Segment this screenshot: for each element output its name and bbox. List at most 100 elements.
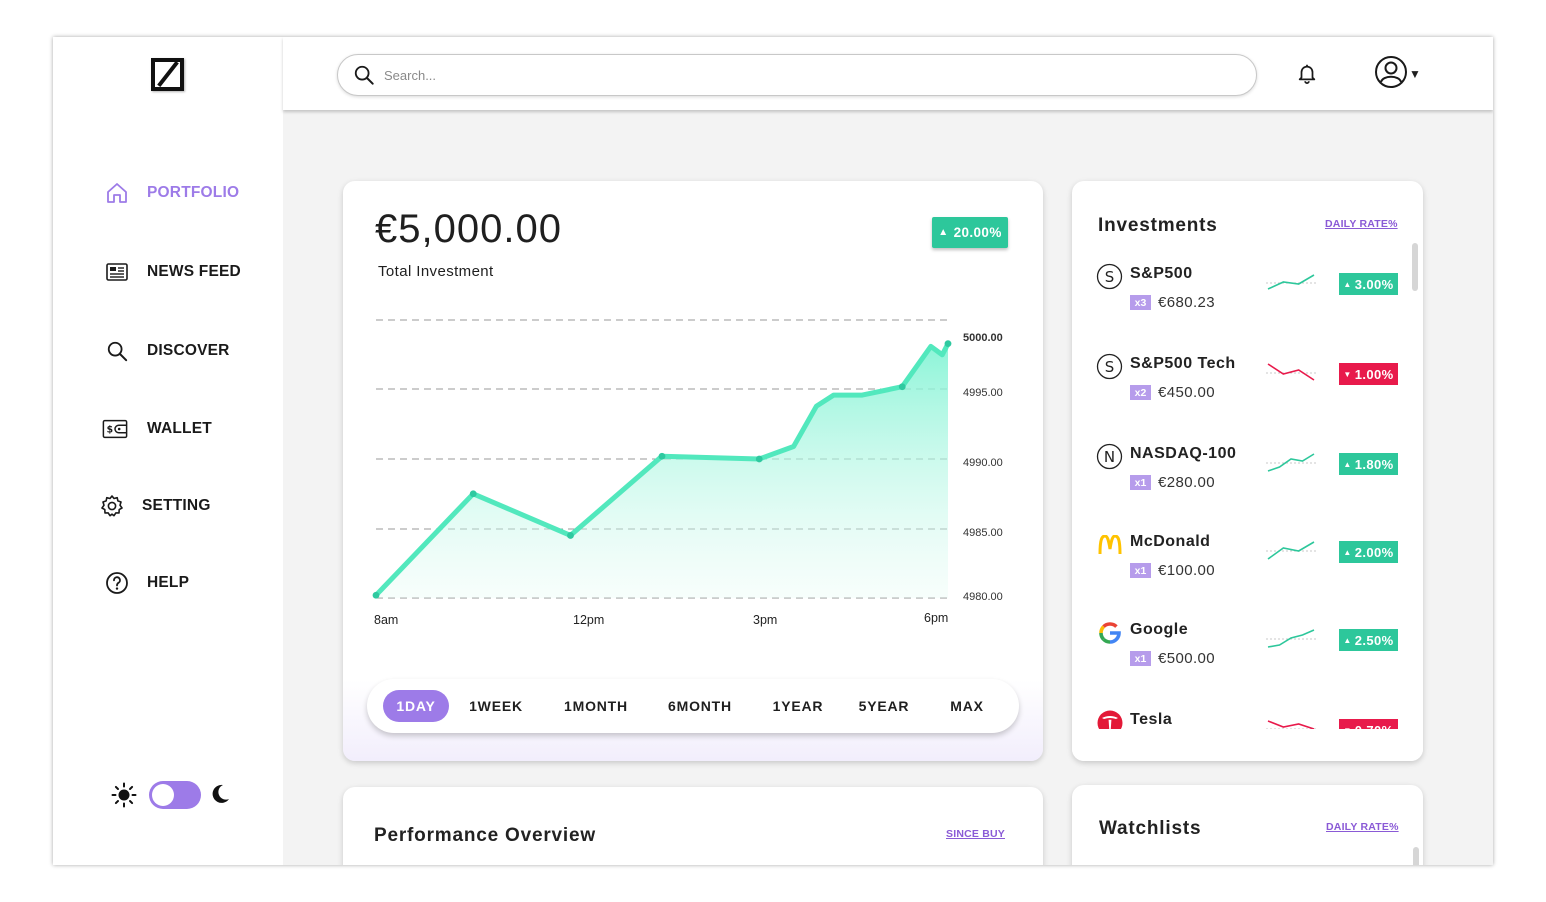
multiplier-badge: x2	[1130, 385, 1151, 400]
investment-name: Tesla	[1130, 711, 1173, 728]
y-tick-label: 4980.00	[963, 591, 1003, 603]
sparkline-line	[1267, 274, 1315, 290]
change-badge: ▼ 1.00%	[1339, 363, 1398, 385]
triangle-down-icon: ▼	[1343, 369, 1352, 379]
change-value: 2.00%	[1354, 544, 1394, 560]
sparkline-line	[1267, 363, 1315, 381]
performance-title: Performance Overview	[374, 825, 596, 846]
investment-name: NASDAQ-100	[1130, 445, 1237, 462]
sparkline-chart	[1266, 453, 1316, 472]
change-value: 1.80%	[1354, 456, 1394, 472]
brand-logo[interactable]	[151, 58, 184, 91]
chart-point[interactable]	[567, 532, 574, 539]
sun-icon	[111, 782, 137, 813]
home-icon	[104, 180, 130, 206]
sparkline-chart	[1266, 363, 1316, 381]
sparkline-chart	[1266, 629, 1316, 648]
performance-card: Performance Overview SINCE BUY	[343, 787, 1043, 865]
y-tick-label: 4985.00	[963, 527, 1003, 539]
range-5year-button[interactable]: 5YEAR	[851, 690, 917, 722]
change-badge: ▲ 2.00%	[1339, 541, 1398, 563]
chart-point[interactable]	[944, 340, 952, 348]
sparkline-chart	[1266, 541, 1316, 560]
sidebar-item-label: NEWS FEED	[147, 263, 241, 280]
investment-price: €280.00	[1158, 474, 1216, 491]
investment-price: €100.00	[1158, 562, 1216, 579]
sidebar: PORTFOLIO NEWS FEED DISCOVER $ WALLET SE…	[53, 37, 283, 865]
search-icon	[104, 338, 130, 364]
s-letter-icon: S	[1096, 263, 1123, 290]
change-value: 1.00%	[1354, 366, 1394, 382]
investment-row[interactable]: S S&P500 x3 €680.23 ▲ 3.00%	[1072, 263, 1412, 327]
app-window: PORTFOLIO NEWS FEED DISCOVER $ WALLET SE…	[53, 37, 1493, 865]
scrollbar-thumb[interactable]	[1412, 243, 1418, 291]
svg-text:$: $	[107, 425, 113, 436]
daily-rate-link[interactable]: DAILY RATE%	[1326, 821, 1399, 833]
x-tick-label: 8am	[374, 613, 398, 627]
investment-name: Google	[1130, 621, 1189, 638]
triangle-up-icon: ▲	[1343, 279, 1352, 289]
portfolio-chart: 5000.00 4995.00 4990.00 4985.00 4980.00 8am 1…	[372, 319, 1003, 627]
watchlists-card: Watchlists DAILY RATE%	[1072, 785, 1423, 865]
watchlists-title: Watchlists	[1099, 818, 1202, 839]
newspaper-icon	[104, 259, 130, 285]
x-tick-label: 6pm	[924, 611, 948, 625]
chart-point[interactable]	[755, 455, 763, 463]
investment-price: €500.00	[1158, 650, 1216, 667]
sidebar-item-label: HELP	[147, 574, 190, 591]
sidebar-item-portfolio[interactable]: PORTFOLIO	[53, 178, 283, 208]
sidebar-item-discover[interactable]: DISCOVER	[53, 336, 283, 366]
investment-row[interactable]: S S&P500 Tech x2 €450.00 ▼ 1.00%	[1072, 353, 1412, 417]
user-avatar-icon[interactable]	[1374, 55, 1408, 94]
sparkline-chart	[1266, 274, 1316, 290]
n-letter-icon: N	[1096, 443, 1123, 470]
multiplier-badge: x1	[1130, 563, 1151, 578]
chart-point[interactable]	[469, 490, 477, 498]
daily-rate-link[interactable]: DAILY RATE%	[1325, 218, 1398, 230]
y-tick-label: 5000.00	[963, 332, 1003, 344]
theme-switcher	[109, 780, 239, 810]
multiplier-badge: x3	[1130, 295, 1151, 310]
mcdonalds-icon	[1096, 531, 1123, 558]
since-buy-link[interactable]: SINCE BUY	[946, 828, 1005, 840]
multiplier-badge: x1	[1130, 475, 1151, 490]
search-box[interactable]	[337, 54, 1257, 96]
chart-point[interactable]	[898, 383, 906, 391]
investment-name: S&P500	[1130, 265, 1193, 282]
sidebar-item-setting[interactable]: SETTING	[53, 491, 283, 521]
investment-row[interactable]: Google x1 €500.00 ▲ 2.50%	[1072, 619, 1412, 683]
investment-name: S&P500 Tech	[1130, 355, 1236, 372]
google-icon	[1096, 619, 1123, 646]
range-1day-button[interactable]: 1DAY	[383, 690, 449, 722]
investments-title: Investments	[1098, 215, 1218, 236]
svg-text:S: S	[1105, 268, 1115, 286]
range-6month-button[interactable]: 6MONTH	[659, 690, 741, 722]
investment-row[interactable]: N NASDAQ-100 x1 €280.00 ▲ 1.80%	[1072, 443, 1412, 507]
x-tick-label: 12pm	[573, 613, 604, 627]
time-range-selector: 1DAY 1WEEK 1MONTH 6MONTH 1YEAR 5YEAR MAX	[367, 679, 1019, 733]
toggle-knob	[152, 784, 174, 806]
chevron-down-icon[interactable]: ▼	[1409, 67, 1421, 81]
theme-toggle[interactable]	[149, 781, 201, 809]
triangle-up-icon: ▲	[1343, 459, 1352, 469]
svg-text:S: S	[1105, 358, 1115, 376]
bell-icon[interactable]	[1296, 62, 1318, 89]
sidebar-item-help[interactable]: HELP	[53, 568, 283, 598]
range-1week-button[interactable]: 1WEEK	[463, 690, 529, 722]
sidebar-item-news-feed[interactable]: NEWS FEED	[53, 257, 283, 287]
investment-price: €450.00	[1158, 384, 1216, 401]
chart-point[interactable]	[372, 591, 380, 599]
investment-name: McDonald	[1130, 533, 1211, 550]
search-icon	[353, 64, 375, 91]
investment-row[interactable]: McDonald x1 €100.00 ▲ 2.00%	[1072, 531, 1412, 595]
range-1month-button[interactable]: 1MONTH	[555, 690, 637, 722]
range-max-button[interactable]: MAX	[937, 690, 997, 722]
chart-point[interactable]	[658, 452, 666, 460]
range-1year-button[interactable]: 1YEAR	[765, 690, 831, 722]
help-icon	[104, 570, 130, 596]
sidebar-item-wallet[interactable]: $ WALLET	[53, 414, 283, 444]
x-tick-label: 3pm	[753, 613, 777, 627]
scrollbar-thumb[interactable]	[1413, 847, 1419, 865]
s-letter-icon: S	[1096, 353, 1123, 380]
search-input[interactable]	[384, 65, 1184, 85]
